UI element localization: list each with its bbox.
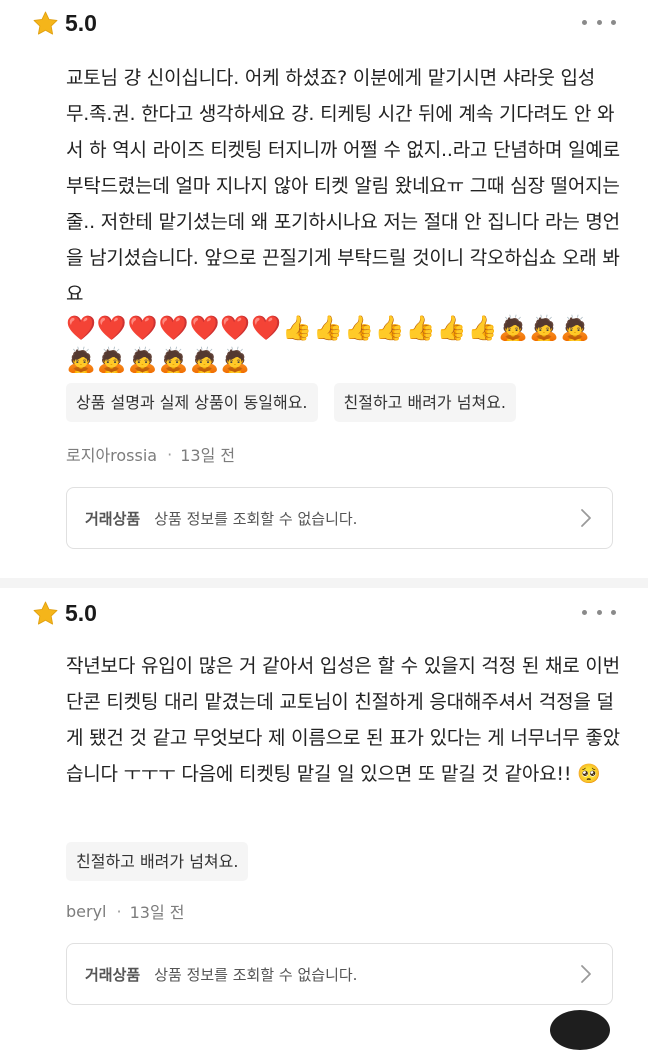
more-options-button[interactable] [582,14,616,30]
star-icon [33,601,58,625]
author-name[interactable]: beryl [66,902,107,921]
separator-dot: · [116,901,122,921]
product-text: 상품 정보를 조회할 수 없습니다. [154,509,358,528]
review-tags: 상품 설명과 실제 상품이 동일해요. 친절하고 배려가 넘쳐요. [66,383,516,422]
review-text-content: 작년보다 유입이 많은 거 같아서 입성은 할 수 있을지 걱정 된 채로 이번… [66,655,620,785]
product-label: 거래상품 [85,509,141,528]
emoji-line: ❤️❤️❤️❤️❤️❤️❤️👍👍👍👍👍👍👍🙇🙇🙇 [66,314,592,342]
more-dots-icon [582,609,587,615]
rating-row: 5.0 [32,598,97,628]
more-options-button[interactable] [582,604,616,620]
review-text-content: 교토님 걍 신이십니다. 어케 하셨죠? 이분에게 맡기시면 샤라웃 입성 무.… [66,67,620,305]
review-tag: 친절하고 배려가 넘쳐요. [66,842,249,881]
product-info-box[interactable]: 거래상품 상품 정보를 조회할 수 없습니다. [66,487,613,549]
review-text: 작년보다 유입이 많은 거 같아서 입성은 할 수 있을지 걱정 된 채로 이번… [66,648,621,792]
product-info-box[interactable]: 거래상품 상품 정보를 조회할 수 없습니다. [66,943,613,1005]
author-name[interactable]: 로지아rossia [66,442,157,466]
review-text: 교토님 걍 신이십니다. 어케 하셨죠? 이분에게 맡기시면 샤라웃 입성 무.… [66,60,621,376]
emoji-line: 🙇🙇🙇🙇🙇🙇 [66,346,252,374]
review-meta: 로지아rossia · 13일 전 [66,442,235,466]
review-meta: beryl · 13일 전 [66,899,184,923]
review-time: 13일 전 [129,903,185,922]
chevron-right-icon [581,509,591,527]
section-divider [0,578,648,588]
review-tag: 상품 설명과 실제 상품이 동일해요. [66,383,318,422]
rating-score: 5.0 [65,599,97,626]
separator-dot: · [167,444,173,464]
chevron-right-icon [581,965,591,983]
star-icon [33,11,58,35]
product-label: 거래상품 [85,965,141,984]
review-tags: 친절하고 배려가 넘쳐요. [66,842,249,881]
review-time: 13일 전 [180,446,236,465]
rating-row: 5.0 [32,8,97,38]
floating-button-edge[interactable] [550,1010,610,1050]
product-text: 상품 정보를 조회할 수 없습니다. [154,965,358,984]
review-tag: 친절하고 배려가 넘쳐요. [333,383,516,422]
more-dots-icon [582,19,587,25]
rating-score: 5.0 [65,9,97,36]
